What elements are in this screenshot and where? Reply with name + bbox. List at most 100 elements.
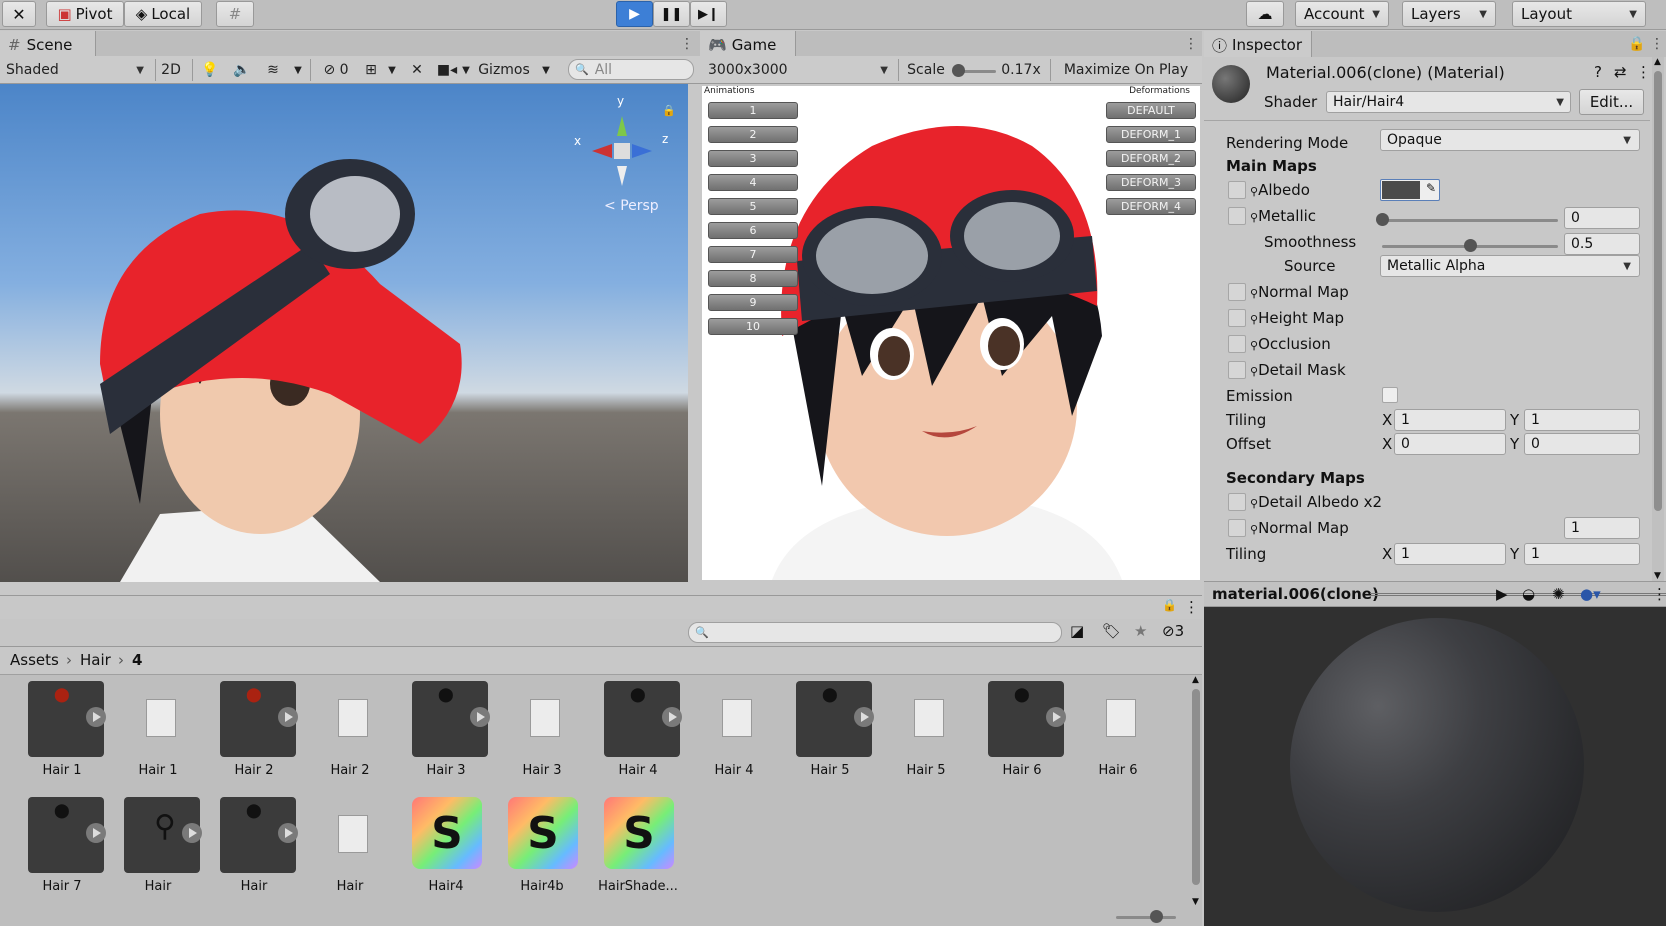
cloud-button[interactable]: ☁	[1246, 1, 1284, 27]
expand-arrow-icon[interactable]	[278, 707, 298, 727]
deformation-button[interactable]: DEFAULT	[1106, 102, 1196, 119]
expand-arrow-icon[interactable]	[182, 823, 202, 843]
shader-dropdown[interactable]: Hair/Hair4 ▼	[1326, 91, 1571, 113]
source-dropdown[interactable]: Metallic Alpha ▼	[1380, 255, 1640, 277]
deformation-button[interactable]: DEFORM_2	[1106, 150, 1196, 167]
icon-size-slider-knob[interactable]	[1150, 910, 1163, 923]
material-menu-icon[interactable]: ⋮	[1636, 63, 1651, 81]
presets-icon[interactable]: ⇄	[1614, 63, 1627, 81]
height-map-texture-slot[interactable]	[1228, 309, 1246, 327]
audio-icon[interactable]: 🔈	[232, 58, 252, 82]
asset-item[interactable]: Hair 1	[110, 681, 206, 789]
project-lock-icon[interactable]: 🔒	[1162, 598, 1177, 612]
tiling-x-field[interactable]: 1	[1394, 409, 1506, 431]
scene-gizmo[interactable]: y x z 🔒	[572, 94, 676, 196]
preview-play-icon[interactable]: ▶	[1496, 585, 1508, 603]
preview-mesh-icon[interactable]: ◒	[1522, 585, 1535, 603]
tools-button[interactable]: ✕	[2, 1, 36, 27]
pivot-button[interactable]: ▣ Pivot	[46, 1, 124, 27]
breadcrumb-item-hair[interactable]: Hair	[80, 651, 111, 669]
tools-visibility-icon[interactable]: ✕	[406, 58, 428, 82]
breadcrumb-item-4[interactable]: 4	[132, 651, 142, 669]
scrollbar-thumb[interactable]	[1192, 689, 1200, 885]
tab-inspector[interactable]: ⓘ Inspector	[1204, 31, 1312, 59]
maximize-on-play-toggle[interactable]: Maximize On Play	[1054, 58, 1198, 82]
asset-item[interactable]: ⬤ Hair 5	[782, 681, 878, 789]
asset-item[interactable]: ⚲ Hair	[110, 797, 206, 905]
asset-item[interactable]: ⬤ Hair 4	[590, 681, 686, 789]
deformation-button[interactable]: DEFORM_3	[1106, 174, 1196, 191]
game-menu-icon[interactable]: ⋮	[1184, 36, 1198, 52]
project-search-input[interactable]: 🔍	[688, 622, 1062, 643]
secondary-normal-scale-field[interactable]: 1	[1564, 517, 1640, 539]
albedo-color-field[interactable]: ✎	[1380, 179, 1440, 201]
layers-dropdown[interactable]: Layers ▼	[1402, 1, 1496, 27]
pause-button[interactable]: ❚❚	[653, 1, 690, 27]
animation-button[interactable]: 6	[708, 222, 798, 239]
filter-type-icon[interactable]: ◪	[1070, 622, 1084, 640]
expand-arrow-icon[interactable]	[854, 707, 874, 727]
animation-button[interactable]: 4	[708, 174, 798, 191]
animation-button[interactable]: 2	[708, 126, 798, 143]
smoothness-value-field[interactable]: 0.5	[1564, 233, 1640, 255]
expand-arrow-icon[interactable]	[1046, 707, 1066, 727]
preview-menu-icon[interactable]: ⋮	[1652, 585, 1666, 603]
expand-arrow-icon[interactable]	[662, 707, 682, 727]
offset-x-field[interactable]: 0	[1394, 433, 1506, 455]
asset-item[interactable]: ⬤ Hair 1	[14, 681, 110, 789]
animation-button[interactable]: 10	[708, 318, 798, 335]
persp-label[interactable]: < Persp	[604, 198, 659, 214]
scene-search-input[interactable]: 🔍 All	[568, 59, 694, 80]
inspector-lock-icon[interactable]: 🔒	[1628, 36, 1645, 52]
scrollbar-thumb[interactable]	[1654, 71, 1662, 511]
scrollbar-down-icon[interactable]: ▼	[1192, 897, 1199, 907]
grid-dropdown-icon[interactable]: ▼	[386, 58, 398, 82]
edit-shader-button[interactable]: Edit...	[1579, 89, 1644, 115]
metallic-slider[interactable]	[1382, 219, 1558, 222]
asset-item[interactable]: ⬤ Hair 7	[14, 797, 110, 905]
grid-icon[interactable]: ⊞	[360, 58, 382, 82]
expand-arrow-icon[interactable]	[470, 707, 490, 727]
resolution-dropdown[interactable]: 3000x3000 ▼	[704, 58, 892, 82]
scrollbar-up-icon[interactable]: ▲	[1192, 675, 1199, 685]
account-dropdown[interactable]: Account ▼	[1295, 1, 1389, 27]
scene-viewport[interactable]: y x z 🔒 < Persp	[0, 84, 688, 582]
asset-item[interactable]: S HairShade...	[590, 797, 686, 905]
asset-item[interactable]: S Hair4	[398, 797, 494, 905]
tab-scene[interactable]: # Scene	[0, 31, 96, 59]
icon-size-slider[interactable]	[1116, 916, 1176, 919]
animation-button[interactable]: 1	[708, 102, 798, 119]
step-button[interactable]: ▶❙	[690, 1, 727, 27]
preview-sphere-icon[interactable]: ●▾	[1580, 585, 1601, 603]
animation-button[interactable]: 3	[708, 150, 798, 167]
scene-menu-icon[interactable]: ⋮	[680, 36, 694, 52]
asset-item[interactable]: Hair 5	[878, 681, 974, 789]
layout-dropdown[interactable]: Layout ▼	[1512, 1, 1646, 27]
metallic-slider-knob[interactable]	[1376, 213, 1389, 226]
expand-arrow-icon[interactable]	[86, 823, 106, 843]
secondary-tiling-x-field[interactable]: 1	[1394, 543, 1506, 565]
game-viewport[interactable]: Animations Deformations 1 2 3 4 5 6 7 8 …	[702, 86, 1200, 580]
animation-button[interactable]: 5	[708, 198, 798, 215]
asset-item[interactable]: Hair 4	[686, 681, 782, 789]
project-scrollbar[interactable]: ▲ ▼	[1190, 675, 1202, 907]
offset-y-field[interactable]: 0	[1524, 433, 1640, 455]
albedo-texture-slot[interactable]	[1228, 181, 1246, 199]
smoothness-slider-knob[interactable]	[1464, 239, 1477, 252]
normal-map-texture-slot[interactable]	[1228, 283, 1246, 301]
filter-label-icon[interactable]: 🏷	[1102, 622, 1121, 640]
asset-item[interactable]: ⬤ Hair 3	[398, 681, 494, 789]
help-icon[interactable]: ?	[1594, 63, 1602, 81]
asset-item[interactable]: ⬤ Hair	[206, 797, 302, 905]
animation-button[interactable]: 7	[708, 246, 798, 263]
deformation-button[interactable]: DEFORM_1	[1106, 126, 1196, 143]
preview-light-icon[interactable]: ✺	[1552, 585, 1565, 603]
inspector-scrollbar[interactable]: ▲ ▼	[1652, 57, 1664, 581]
effects-dropdown-icon[interactable]: ▼	[292, 58, 304, 82]
tiling-y-field[interactable]: 1	[1524, 409, 1640, 431]
asset-item[interactable]: Hair	[302, 797, 398, 905]
emission-checkbox[interactable]	[1382, 387, 1398, 403]
asset-item[interactable]: S Hair4b	[494, 797, 590, 905]
expand-arrow-icon[interactable]	[86, 707, 106, 727]
secondary-normal-map-texture-slot[interactable]	[1228, 519, 1246, 537]
